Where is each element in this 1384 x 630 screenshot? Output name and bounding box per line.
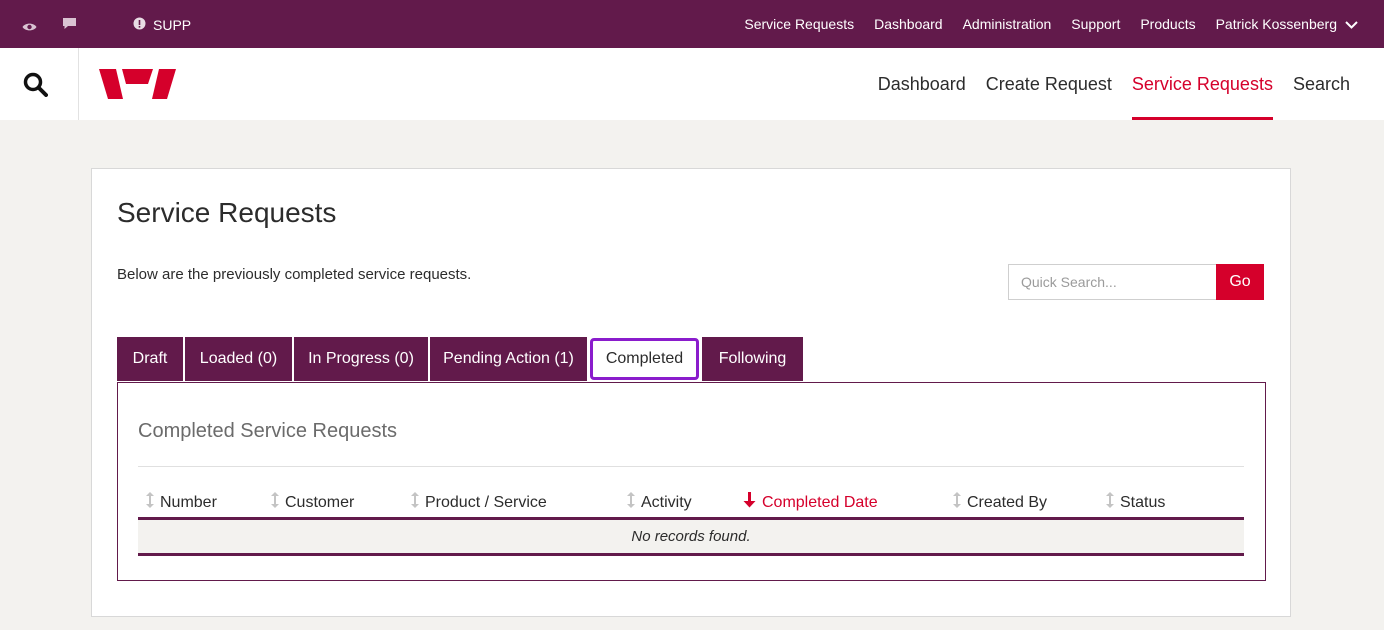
panel-title: Completed Service Requests xyxy=(138,420,398,442)
topnav-dashboard[interactable]: Dashboard xyxy=(874,16,943,32)
column-label: Product / Service xyxy=(425,493,547,511)
sort-desc-icon xyxy=(743,492,756,513)
sort-icon xyxy=(146,492,154,513)
user-name: Patrick Kossenberg xyxy=(1215,16,1337,32)
sort-icon xyxy=(271,492,279,513)
tab-pending-action[interactable]: Pending Action (1) xyxy=(430,337,587,381)
tab-following[interactable]: Following xyxy=(702,337,803,381)
search-button[interactable] xyxy=(0,48,79,120)
column-label: Number xyxy=(160,493,217,511)
chat-icon[interactable] xyxy=(62,17,77,35)
column-activity[interactable]: Activity xyxy=(627,492,692,513)
column-label: Status xyxy=(1120,493,1166,511)
topnav-administration[interactable]: Administration xyxy=(963,16,1052,32)
column-number[interactable]: Number xyxy=(146,492,217,513)
supp-label: SUPP xyxy=(153,17,192,33)
sort-icon xyxy=(627,492,635,513)
sort-icon xyxy=(1106,492,1114,513)
topnav-support[interactable]: Support xyxy=(1071,16,1120,32)
tab-completed[interactable]: Completed xyxy=(590,338,699,380)
column-label: Completed Date xyxy=(762,493,878,511)
topnav-service-requests[interactable]: Service Requests xyxy=(744,16,854,32)
top-bar: SUPP Service Requests Dashboard Administ… xyxy=(0,0,1384,48)
column-product-service[interactable]: Product / Service xyxy=(411,492,547,513)
page-intro: Below are the previously completed servi… xyxy=(117,266,472,283)
top-nav: Service Requests Dashboard Administratio… xyxy=(724,0,1358,48)
panel-divider xyxy=(138,466,1244,467)
eye-icon[interactable] xyxy=(22,19,37,37)
empty-message: No records found. xyxy=(138,520,1244,556)
column-label: Created By xyxy=(967,493,1048,511)
alert-icon xyxy=(133,17,146,35)
tab-loaded[interactable]: Loaded (0) xyxy=(185,337,292,381)
quick-search-input[interactable] xyxy=(1008,264,1217,300)
nav-search[interactable]: Search xyxy=(1293,48,1350,120)
westpac-logo[interactable] xyxy=(99,68,176,105)
chevron-down-icon xyxy=(1345,16,1358,32)
topnav-products[interactable]: Products xyxy=(1140,16,1195,32)
nav-service-requests[interactable]: Service Requests xyxy=(1131,48,1274,120)
nav-dashboard[interactable]: Dashboard xyxy=(878,48,966,120)
user-menu[interactable]: Patrick Kossenberg xyxy=(1216,16,1358,32)
page-title: Service Requests xyxy=(117,197,337,228)
go-button[interactable]: Go xyxy=(1216,264,1264,300)
column-label: Customer xyxy=(285,493,355,511)
column-customer[interactable]: Customer xyxy=(271,492,354,513)
table-header: Number Customer Product / Service Activi… xyxy=(138,488,1244,520)
requests-table: Number Customer Product / Service Activi… xyxy=(138,488,1244,556)
sort-icon xyxy=(953,492,961,513)
service-requests-card: Service Requests Below are the previousl… xyxy=(91,168,1291,617)
search-icon xyxy=(23,72,48,97)
nav-create-request[interactable]: Create Request xyxy=(986,48,1112,120)
main-header: Dashboard Create Request Service Request… xyxy=(0,48,1384,120)
column-created-by[interactable]: Created By xyxy=(953,492,1047,513)
sort-icon xyxy=(411,492,419,513)
column-label: Activity xyxy=(641,493,692,511)
tab-draft[interactable]: Draft xyxy=(117,337,183,381)
tab-in-progress[interactable]: In Progress (0) xyxy=(294,337,428,381)
main-nav: Dashboard Create Request Service Request… xyxy=(858,48,1350,120)
completed-panel: Completed Service Requests Number Custom… xyxy=(117,382,1266,581)
column-completed-date[interactable]: Completed Date xyxy=(743,492,878,513)
column-status[interactable]: Status xyxy=(1106,492,1165,513)
